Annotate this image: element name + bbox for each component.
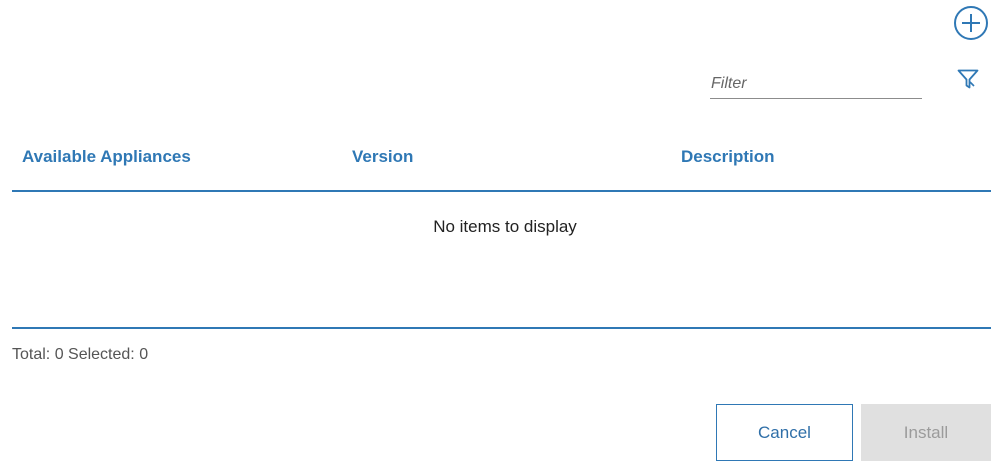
install-appliance-dialog: Available Appliances Version Description…	[0, 0, 991, 461]
filter-input[interactable]	[710, 70, 922, 98]
plus-circle-icon	[954, 6, 988, 40]
empty-table-message: No items to display	[433, 217, 577, 236]
column-header-available-appliances[interactable]: Available Appliances	[22, 147, 191, 167]
column-header-description[interactable]: Description	[681, 147, 775, 167]
filter-field	[710, 70, 922, 99]
cancel-button[interactable]: Cancel	[716, 404, 853, 461]
install-button[interactable]: Install	[861, 404, 991, 461]
table-header: Available Appliances Version Description	[12, 140, 991, 192]
table-divider	[12, 327, 991, 329]
funnel-icon	[957, 69, 979, 89]
column-header-version[interactable]: Version	[352, 147, 413, 167]
add-appliance-button[interactable]	[953, 5, 989, 41]
selection-summary: Total: 0 Selected: 0	[12, 346, 149, 363]
filter-button[interactable]	[957, 69, 979, 89]
